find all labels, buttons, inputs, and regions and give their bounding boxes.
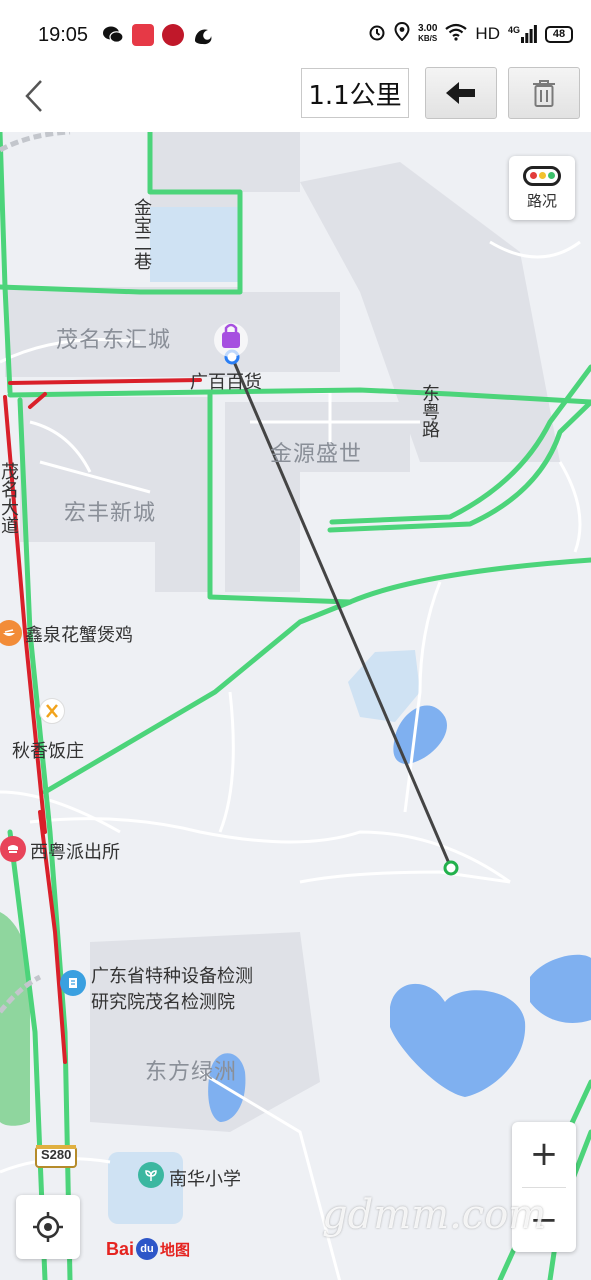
signal-icon: 4G (508, 25, 537, 43)
trash-icon (533, 80, 555, 107)
distance-readout: 1.1公里 (301, 68, 409, 118)
traffic-light-icon (523, 165, 561, 186)
wifi-icon (445, 23, 468, 46)
end-point-marker (443, 860, 459, 876)
shopping-bag-icon (214, 323, 248, 357)
poi-label-inspect-line1[interactable]: 广东省特种设备检测 (91, 962, 253, 988)
poi-label-guangbai: 广百百货 (190, 372, 262, 393)
wechat-icon (102, 24, 124, 46)
status-time: 19:05 (38, 24, 89, 46)
network-speed: 3.00 KB/S (418, 24, 437, 44)
baidu-map-logo: Bai du 地图 (106, 1238, 190, 1260)
news-app-icon (162, 24, 184, 46)
back-button[interactable] (12, 74, 56, 118)
uc-browser-icon (192, 24, 214, 46)
institute-icon[interactable] (60, 970, 86, 996)
police-icon[interactable] (0, 836, 26, 862)
measure-toolbar: 1.1公里 (0, 60, 591, 132)
map-canvas[interactable] (0, 132, 591, 1280)
net-speed-value: 3.00 (417, 23, 438, 34)
poi-label-xinquan[interactable]: 鑫泉花蟹煲鸡 (25, 621, 133, 647)
watermark: gdmm.com (322, 1192, 547, 1238)
map-view[interactable]: 金宝二巷 茂名东汇城 广百百货 东粤路 金源盛世 宏丰新城 茂名大道 鑫泉花蟹煲… (0, 132, 591, 1280)
location-icon (394, 21, 410, 46)
area-label-donghui: 茂名东汇城 (56, 328, 172, 353)
road-label-maoming: 茂名大道 (0, 462, 19, 534)
hd-indicator: HD (475, 24, 500, 43)
poi-label-xiyue[interactable]: 西粤派出所 (30, 838, 120, 864)
battery-indicator: 48 (545, 25, 573, 43)
road-label-dongyue: 东粤路 (419, 384, 440, 438)
poi-label-qiuxiang[interactable]: 秋香饭庄 (12, 737, 84, 763)
area-label-jinyuan: 金源盛世 (270, 442, 363, 467)
road-label-jinbao: 金宝二巷 (131, 198, 152, 270)
locate-button[interactable] (16, 1195, 80, 1259)
clear-button[interactable] (508, 67, 580, 119)
poi-label-inspect-line2[interactable]: 研究院茂名检测院 (91, 988, 235, 1014)
traffic-toggle-button[interactable]: 路况 (509, 156, 575, 220)
undo-button[interactable] (425, 67, 497, 119)
crosshair-icon (33, 1212, 63, 1242)
utensils-icon[interactable] (39, 698, 65, 724)
area-label-dongfang: 东方绿洲 (145, 1060, 238, 1085)
chevron-left-icon (25, 80, 42, 112)
traffic-label: 路况 (526, 191, 557, 210)
route-shield-label: S280 (41, 1147, 72, 1162)
poi-label-nanhua[interactable]: 南华小学 (169, 1165, 241, 1191)
arrow-left-icon (446, 82, 475, 104)
net-speed-unit: KB/S (418, 34, 438, 43)
zoom-in-button[interactable]: + (512, 1122, 576, 1186)
baidu-logo-text: Bai (106, 1238, 135, 1259)
notification-icons (102, 24, 214, 46)
status-indicators: 3.00 KB/S HD 4G 48 (368, 21, 573, 46)
video-app-icon (132, 24, 154, 46)
network-type: 4G (507, 25, 520, 35)
baidu-logo-paw: du (136, 1238, 159, 1260)
school-icon[interactable] (138, 1162, 164, 1188)
baidu-logo-map: 地图 (160, 1241, 191, 1259)
area-label-hongfeng: 宏丰新城 (64, 501, 157, 526)
alarm-icon (368, 23, 386, 46)
